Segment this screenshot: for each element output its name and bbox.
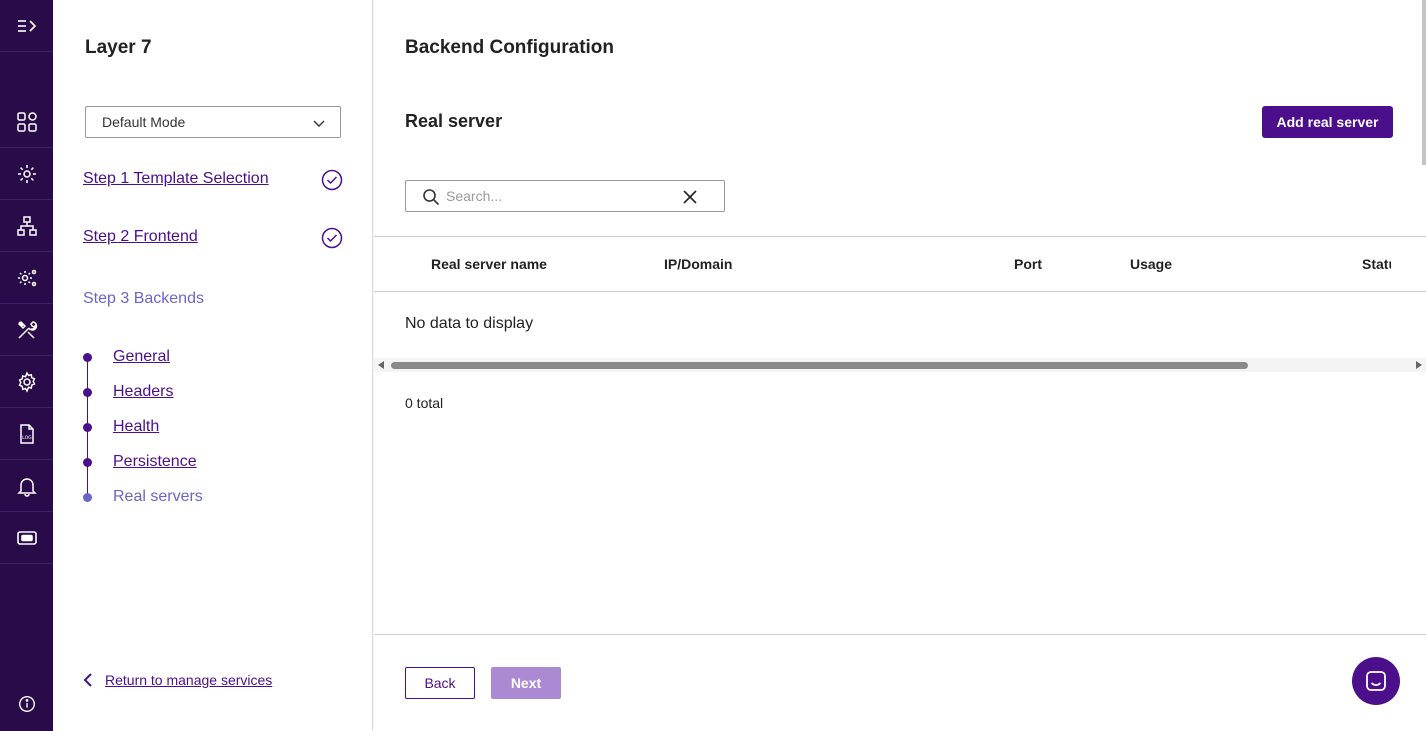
column-header-usage[interactable]: Usage (1130, 256, 1172, 272)
log-file-icon[interactable]: LOG (0, 408, 53, 460)
substep-general[interactable]: General (113, 348, 170, 366)
return-link[interactable]: Return to manage services (81, 672, 272, 688)
search-box (405, 180, 725, 212)
total-count: 0 total (405, 395, 444, 411)
svg-text:LOG: LOG (22, 435, 32, 441)
substep-health[interactable]: Health (113, 418, 159, 436)
mode-select[interactable]: Default Mode (85, 106, 341, 138)
chevron-left-icon (83, 673, 92, 687)
substep-headers[interactable]: Headers (113, 383, 173, 401)
substep-dot (83, 388, 92, 397)
info-icon[interactable] (0, 690, 53, 718)
substep-persistence[interactable]: Persistence (113, 453, 197, 471)
section-title: Real server (405, 111, 503, 131)
substep-dot-current (83, 493, 92, 502)
expand-menu-icon[interactable] (0, 0, 53, 52)
footer-divider (374, 634, 1426, 635)
column-header-port[interactable]: Port (1014, 256, 1042, 272)
scroll-left-arrow[interactable] (378, 361, 384, 369)
column-header-status[interactable]: Status (1362, 256, 1391, 272)
page-title: Backend Configuration (405, 37, 615, 58)
step-3-current: Step 3 Backends (83, 290, 204, 307)
vertical-scrollbar[interactable] (1422, 0, 1426, 165)
services-gear-icon[interactable] (0, 148, 53, 200)
substep-dot (83, 458, 92, 467)
add-real-server-button[interactable]: Add real server (1262, 106, 1393, 138)
search-icon (423, 189, 440, 206)
horizontal-scrollbar[interactable] (374, 358, 1426, 372)
chat-launcher[interactable] (1352, 657, 1400, 705)
mode-select-value: Default Mode (102, 114, 186, 130)
check-circle-icon (321, 169, 343, 191)
substep-dot (83, 353, 92, 362)
scroll-thumb[interactable] (391, 362, 1248, 369)
close-icon[interactable] (682, 189, 698, 205)
substep-dot (83, 423, 92, 432)
check-circle-icon (321, 227, 343, 249)
wizard-steps-panel: Layer 7 Default Mode Step 1 Template Sel… (53, 0, 373, 731)
column-header-name[interactable]: Real server name (431, 256, 547, 272)
network-topology-icon[interactable] (0, 200, 53, 252)
search-input[interactable] (446, 185, 666, 207)
dashboard-icon[interactable] (0, 96, 53, 148)
back-button[interactable]: Back (405, 667, 475, 699)
chat-icon (1366, 671, 1386, 691)
main-content: Backend Configuration Real server Add re… (374, 0, 1426, 731)
chevron-down-icon (313, 120, 325, 127)
empty-state: No data to display (405, 315, 534, 332)
scroll-right-arrow[interactable] (1416, 361, 1422, 369)
column-header-ip[interactable]: IP/Domain (664, 256, 732, 272)
step-1-link[interactable]: Step 1 Template Selection (83, 170, 269, 188)
bell-icon[interactable] (0, 460, 53, 512)
return-link-label: Return to manage services (105, 672, 273, 688)
settings-gear-icon[interactable] (0, 356, 53, 408)
icon-rail: LOG (0, 0, 53, 731)
step-2-link[interactable]: Step 2 Frontend (83, 228, 198, 246)
ticket-icon[interactable] (0, 512, 53, 564)
cluster-settings-icon[interactable] (0, 252, 53, 304)
panel-title: Layer 7 (85, 37, 152, 58)
substep-real-servers: Real servers (113, 488, 203, 505)
table-header: Real server name IP/Domain Port Usage St… (374, 236, 1426, 292)
next-button[interactable]: Next (491, 667, 561, 699)
tools-icon[interactable] (0, 304, 53, 356)
